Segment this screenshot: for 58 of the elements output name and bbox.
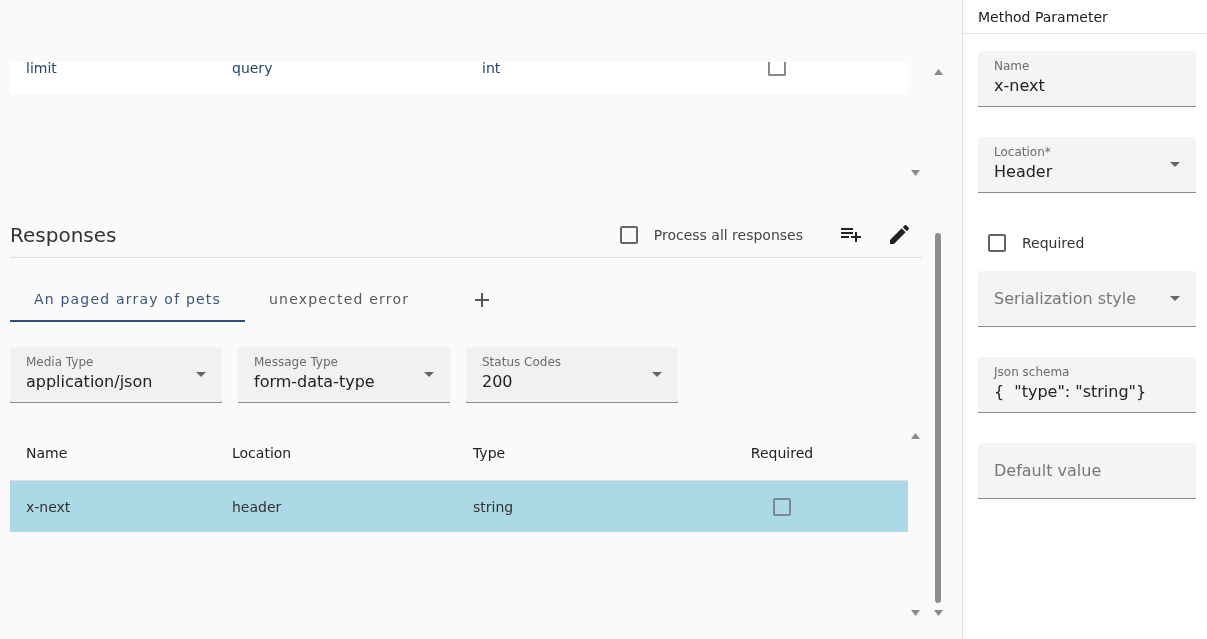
- column-header: Location: [231, 444, 293, 461]
- table-cell-text: x-next: [25, 498, 72, 515]
- field-label: Status Codes: [482, 355, 563, 369]
- text-field[interactable]: Name x-next: [978, 51, 1196, 107]
- dropdown-field[interactable]: Message Type form-data-type: [238, 347, 450, 403]
- checkbox[interactable]: [773, 497, 791, 516]
- field-label: Json schema: [994, 365, 1071, 379]
- field-placeholder: Serialization style: [994, 288, 1138, 309]
- checkbox-label: Required: [1022, 235, 1085, 251]
- field-value: form-data-type: [254, 372, 376, 392]
- table-row[interactable]: limit query int: [10, 62, 908, 94]
- tab[interactable]: An paged array of pets: [10, 277, 245, 322]
- table-cell-text: query: [231, 62, 274, 74]
- scroll-up-icon[interactable]: [933, 69, 943, 75]
- field-value: { "type": "string"}: [994, 382, 1148, 402]
- table-cell-text: header: [231, 498, 283, 515]
- dropdown-field[interactable]: Media Type application/json: [10, 347, 222, 403]
- field-label: Message Type: [254, 355, 339, 369]
- scroll-down-icon[interactable]: [910, 170, 920, 176]
- text-field[interactable]: Json schema { "type": "string"}: [978, 357, 1196, 413]
- caret-icon: [1170, 296, 1180, 301]
- scrollbar-thumb[interactable]: [935, 233, 941, 603]
- text-field[interactable]: Default value: [978, 443, 1196, 499]
- checkbox[interactable]: [768, 62, 786, 76]
- tab[interactable]: unexpected error: [245, 277, 434, 322]
- field-value: 200: [482, 372, 514, 392]
- field-value: x-next: [994, 76, 1046, 96]
- caret-icon: [1170, 162, 1180, 167]
- caret-icon: [424, 372, 434, 377]
- scroll-down-icon[interactable]: [933, 610, 943, 616]
- column-header: Required: [749, 444, 815, 461]
- field-value: Header: [994, 162, 1054, 182]
- pencil-icon[interactable]: [890, 225, 909, 244]
- checkbox[interactable]: [988, 234, 1006, 252]
- field-label: Name: [994, 59, 1031, 73]
- caret-icon: [652, 372, 662, 377]
- table-cell-text: string: [472, 498, 515, 515]
- table-cell-text: int: [481, 62, 502, 74]
- field-placeholder: Default value: [994, 460, 1103, 481]
- column-header: Type: [472, 444, 507, 461]
- dropdown-field[interactable]: Status Codes 200: [466, 347, 678, 403]
- panel-title: Method Parameter: [978, 8, 1108, 25]
- scroll-down-icon[interactable]: [910, 610, 920, 616]
- column-header: Name: [25, 444, 69, 461]
- plus-icon[interactable]: [475, 292, 490, 307]
- field-value: application/json: [26, 372, 154, 392]
- caret-icon: [196, 372, 206, 377]
- field-label: Location*: [994, 145, 1052, 159]
- checkbox-label: Process all responses: [653, 226, 803, 243]
- dropdown-field[interactable]: Location* Header: [978, 137, 1196, 193]
- list-add-icon[interactable]: [841, 227, 861, 242]
- field-label: Media Type: [26, 355, 95, 369]
- scroll-up-icon[interactable]: [910, 433, 920, 439]
- table-cell-text: limit: [25, 62, 58, 74]
- dropdown-field[interactable]: Serialization style: [978, 271, 1196, 327]
- section-title: Responses: [10, 222, 117, 247]
- table-row[interactable]: x-next header string: [10, 481, 908, 532]
- checkbox[interactable]: [619, 225, 638, 244]
